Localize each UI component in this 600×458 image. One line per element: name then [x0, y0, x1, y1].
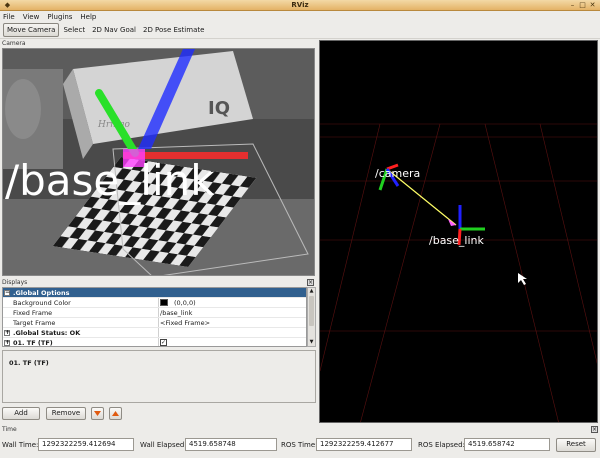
displays-tree: − .Global Options Background Color (0,0,…: [2, 287, 307, 347]
displays-label: Displays: [2, 279, 28, 286]
minimize-icon[interactable]: –: [568, 1, 577, 10]
menu-bar: File View Plugins Help: [0, 11, 600, 22]
camera-image-view[interactable]: IQ Hrmgo /base_link: [2, 48, 315, 276]
arrow-up-icon: [112, 411, 119, 416]
arrow-down-icon: [94, 411, 101, 416]
add-button[interactable]: Add: [2, 407, 40, 420]
box-label: IQ: [208, 98, 230, 119]
reset-button[interactable]: Reset: [556, 438, 596, 452]
frame-label-base-link: /base_link: [429, 234, 485, 247]
expand-icon[interactable]: +: [4, 339, 10, 346]
close-icon[interactable]: ✕: [588, 1, 597, 10]
tree-row-global-status[interactable]: + .Global Status: OK: [3, 328, 306, 338]
displays-header: Displays ×: [0, 278, 317, 287]
tree-row-fixed-frame[interactable]: Fixed Frame /base_link: [3, 308, 306, 318]
enable-checkbox[interactable]: ✓: [160, 339, 167, 346]
display-description: 01. TF (TF): [2, 350, 316, 403]
menu-file[interactable]: File: [3, 13, 15, 21]
camera-image: IQ Hrmgo /base_link: [3, 49, 314, 275]
color-swatch[interactable]: [160, 299, 168, 306]
camera-overlay-text: /base_link: [5, 156, 215, 205]
rviz-window: ◆ RViz – □ ✕ File View Plugins Help Move…: [0, 0, 600, 458]
ros-elapsed-label: ROS Elapsed:: [418, 441, 465, 449]
window-title: RViz: [291, 1, 309, 9]
wall-elapsed-label: Wall Elapsed:: [140, 441, 187, 449]
move-down-button[interactable]: [91, 407, 104, 420]
collapse-icon[interactable]: −: [4, 289, 10, 296]
time-header: Time ×: [0, 425, 600, 434]
maximize-icon[interactable]: □: [578, 1, 587, 10]
frame-label-camera: /camera: [375, 167, 420, 180]
displays-scrollbar[interactable]: ▲ ▼: [307, 287, 316, 347]
pose-estimate-tool[interactable]: 2D Pose Estimate: [140, 24, 207, 36]
camera-panel-label: Camera: [2, 40, 26, 47]
menu-help[interactable]: Help: [80, 13, 96, 21]
time-label: Time: [2, 426, 17, 433]
menu-plugins[interactable]: Plugins: [47, 13, 72, 21]
title-bar: ◆ RViz – □ ✕: [0, 0, 600, 11]
scroll-down-icon[interactable]: ▼: [308, 339, 315, 346]
time-bar: Wall Time: 1292322259.412694 Wall Elapse…: [0, 436, 600, 456]
ros-time-field[interactable]: 1292322259.412677: [316, 438, 412, 451]
scroll-thumb[interactable]: [309, 296, 314, 326]
scroll-up-icon[interactable]: ▲: [308, 288, 315, 295]
render-3d-view[interactable]: /camera /base_link: [319, 40, 598, 423]
ros-time-label: ROS Time:: [281, 441, 318, 449]
tree-row-background-color[interactable]: Background Color (0,0,0): [3, 298, 306, 308]
menu-view[interactable]: View: [23, 13, 40, 21]
wall-elapsed-field[interactable]: 4519.658748: [185, 438, 277, 451]
nav-goal-tool[interactable]: 2D Nav Goal: [89, 24, 139, 36]
wall-time-field[interactable]: 1292322259.412694: [38, 438, 134, 451]
tool-bar: Move Camera Select 2D Nav Goal 2D Pose E…: [0, 22, 600, 39]
time-close-icon[interactable]: ×: [591, 426, 598, 433]
ros-elapsed-field[interactable]: 4519.658742: [464, 438, 550, 451]
move-up-button[interactable]: [109, 407, 122, 420]
wall-time-label: Wall Time:: [2, 441, 39, 449]
tree-row-global-options[interactable]: − .Global Options: [3, 288, 306, 298]
select-tool[interactable]: Select: [60, 24, 88, 36]
render-3d-canvas: /camera /base_link: [320, 123, 597, 422]
remove-button[interactable]: Remove: [46, 407, 86, 420]
tree-row-target-frame[interactable]: Target Frame <Fixed Frame>: [3, 318, 306, 328]
expand-icon[interactable]: +: [4, 329, 10, 336]
move-camera-tool[interactable]: Move Camera: [3, 23, 60, 37]
displays-close-icon[interactable]: ×: [307, 279, 314, 286]
tree-row-tf[interactable]: + 01. TF (TF) ✓: [3, 338, 306, 346]
